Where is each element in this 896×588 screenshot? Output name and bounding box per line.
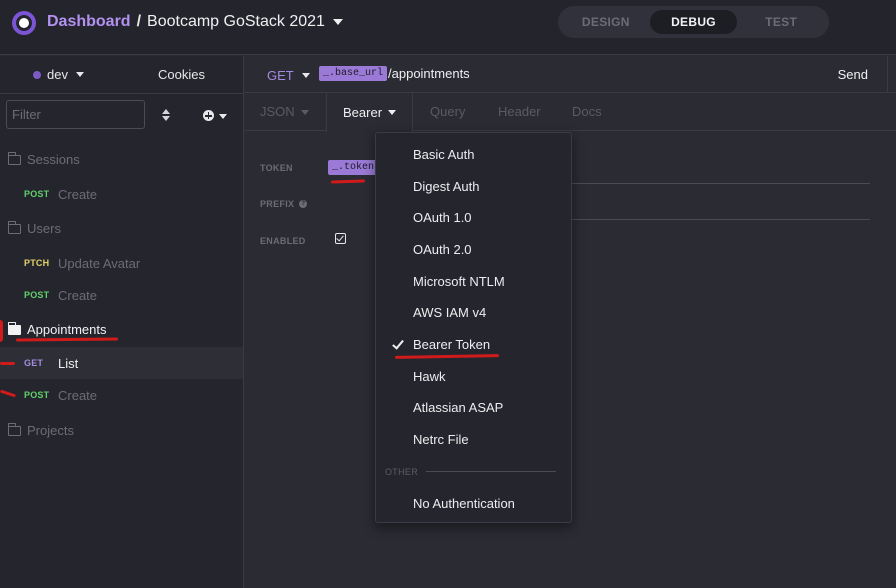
tab-label: Bearer <box>343 104 383 120</box>
tab-docs[interactable]: Docs <box>572 93 602 131</box>
menu-item-hawk[interactable]: Hawk <box>413 369 446 384</box>
enabled-label: ENABLED <box>260 236 306 246</box>
mode-test-tab[interactable]: TEST <box>737 10 825 34</box>
tab-query[interactable]: Query <box>430 93 465 131</box>
folder-icon <box>7 220 21 234</box>
chevron-down-icon[interactable] <box>219 114 227 119</box>
tab-label: JSON <box>260 104 295 119</box>
chevron-down-icon <box>300 109 309 115</box>
menu-group-other-label: OTHER <box>385 467 418 477</box>
sidebar: dev Cookies Sessions POST Create Users P… <box>0 56 244 588</box>
method-badge: GET <box>24 358 44 368</box>
annotation-stroke <box>0 362 15 365</box>
request-users-create[interactable]: POST Create <box>0 279 243 311</box>
prefix-field-underline <box>570 219 870 220</box>
chevron-down-icon <box>301 73 310 78</box>
project-name[interactable]: Bootcamp GoStack 2021 <box>147 13 325 31</box>
token-field-underline <box>570 183 870 184</box>
folder-label: Sessions <box>27 152 80 167</box>
breadcrumb: Dashboard / Bootcamp GoStack 2021 <box>47 13 343 31</box>
request-name: List <box>58 355 79 371</box>
send-button[interactable]: Send <box>838 67 868 82</box>
token-variable-tag[interactable]: _.token <box>328 160 379 175</box>
token-label: TOKEN <box>260 163 293 173</box>
mode-switcher: DESIGN DEBUG TEST <box>558 6 829 38</box>
url-variable-tag[interactable]: _.base_url <box>319 66 388 81</box>
folder-appointments[interactable]: Appointments <box>7 321 107 337</box>
menu-item-oauth2[interactable]: OAuth 2.0 <box>413 242 472 257</box>
auth-type-dropdown: Basic Auth Digest Auth OAuth 1.0 OAuth 2… <box>375 132 572 523</box>
menu-item-no-authentication[interactable]: No Authentication <box>413 496 515 511</box>
menu-item-atlassian-asap[interactable]: Atlassian ASAP <box>413 400 503 415</box>
folder-users[interactable]: Users <box>7 220 61 236</box>
request-appointments-create[interactable]: POST Create <box>0 379 243 411</box>
divider <box>887 56 888 92</box>
request-name: Create <box>58 287 98 303</box>
enabled-checkbox[interactable] <box>335 233 346 244</box>
environment-color-dot <box>33 70 41 79</box>
method-selector[interactable]: GET <box>267 68 310 83</box>
help-icon[interactable]: ? <box>299 200 308 208</box>
menu-item-basic-auth[interactable]: Basic Auth <box>413 147 474 162</box>
folder-icon <box>7 422 21 436</box>
menu-item-ntlm[interactable]: Microsoft NTLM <box>413 274 505 289</box>
request-name: Create <box>58 186 98 202</box>
sort-icon[interactable] <box>162 109 170 121</box>
menu-item-netrc-file[interactable]: Netrc File <box>413 432 469 447</box>
folder-projects[interactable]: Projects <box>7 422 74 438</box>
tab-body[interactable]: JSON <box>260 93 309 131</box>
url-input[interactable]: _.base_url /appointments <box>319 66 470 81</box>
mode-debug-tab[interactable]: DEBUG <box>649 10 738 34</box>
tab-header[interactable]: Header <box>498 93 541 131</box>
request-name: Update Avatar <box>58 255 141 271</box>
annotation-stroke <box>0 320 3 342</box>
method-badge: POST <box>24 390 50 400</box>
folder-icon <box>7 151 21 165</box>
app-logo-icon[interactable] <box>12 11 36 35</box>
url-bar: GET _.base_url /appointments Send <box>245 56 896 93</box>
environment-selector[interactable]: dev <box>33 67 84 82</box>
menu-item-oauth1[interactable]: OAuth 1.0 <box>413 210 472 225</box>
folder-sessions[interactable]: Sessions <box>7 151 80 167</box>
annotation-underline <box>330 179 366 184</box>
top-header: Dashboard / Bootcamp GoStack 2021 DESIGN… <box>0 0 896 55</box>
menu-item-digest-auth[interactable]: Digest Auth <box>413 179 480 194</box>
tab-auth[interactable]: Bearer <box>326 93 414 132</box>
method-badge: POST <box>24 189 50 199</box>
chevron-down-icon <box>388 110 397 115</box>
folder-open-icon <box>7 321 21 335</box>
folder-label: Appointments <box>27 322 107 337</box>
menu-item-bearer-token[interactable]: Bearer Token <box>413 337 490 352</box>
url-path: /appointments <box>388 66 470 81</box>
dashboard-link[interactable]: Dashboard <box>47 13 131 31</box>
prefix-label: PREFIX ? <box>260 199 308 209</box>
add-plus-icon[interactable] <box>203 110 214 121</box>
breadcrumb-separator: / <box>136 13 142 30</box>
request-name: Create <box>58 387 98 403</box>
method-badge: POST <box>24 290 50 300</box>
folder-label: Users <box>27 221 61 236</box>
environment-name: dev <box>47 67 68 82</box>
method-badge: PTCH <box>24 258 50 268</box>
request-tabs: JSON Bearer Query Header Docs <box>245 93 896 132</box>
filter-input[interactable] <box>6 100 145 129</box>
menu-divider <box>426 471 556 472</box>
menu-item-aws-iam[interactable]: AWS IAM v4 <box>413 305 486 320</box>
folder-label: Projects <box>27 423 74 438</box>
prefix-label-text: PREFIX <box>260 199 295 209</box>
mode-design-tab[interactable]: DESIGN <box>562 10 650 34</box>
chevron-down-icon <box>75 72 84 77</box>
checkmark-icon <box>392 340 403 349</box>
request-sessions-create[interactable]: POST Create <box>0 178 243 210</box>
request-users-update-avatar[interactable]: PTCH Update Avatar <box>0 247 243 279</box>
chevron-down-icon[interactable] <box>332 19 343 25</box>
cookies-button[interactable]: Cookies <box>158 67 205 82</box>
environment-row: dev Cookies <box>0 56 244 94</box>
request-appointments-list[interactable]: GET List <box>0 347 243 379</box>
method-label: GET <box>267 68 294 83</box>
